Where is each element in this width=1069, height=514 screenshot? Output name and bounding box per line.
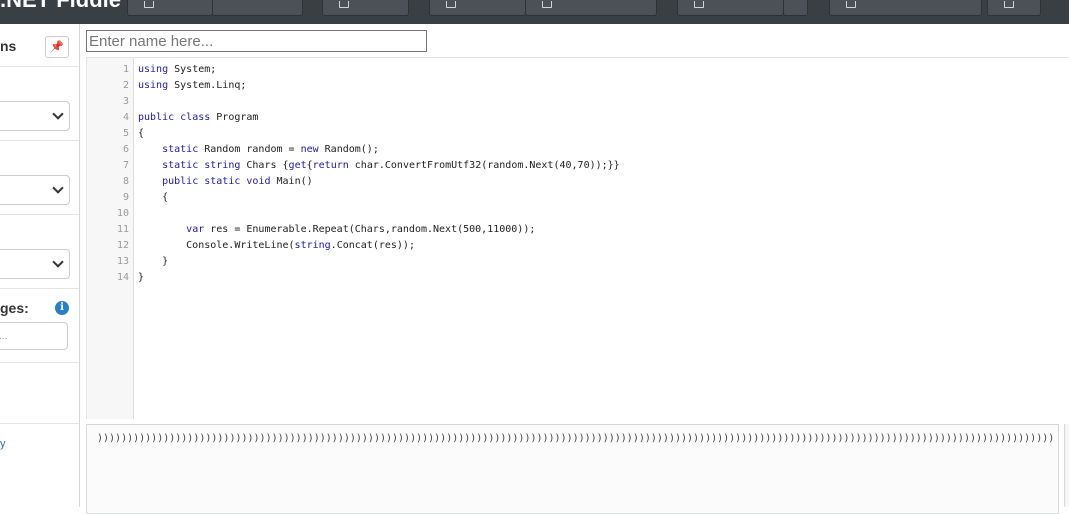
code-line: var res = Enumerable.Repeat(Chars,random… (186, 224, 536, 235)
getting-started-button[interactable] (829, 0, 982, 16)
code-line: } (138, 272, 145, 283)
share-icon (446, 1, 456, 8)
line-number-gutter: 1 2 3 4 5 6 7 8 9 10 11 12 13 14 (87, 58, 134, 419)
code-line: using System; (138, 64, 217, 75)
chevron-down-icon (52, 108, 64, 120)
chevron-down-icon (52, 182, 64, 194)
line-number: 11 (116, 224, 129, 235)
save-icon (339, 1, 349, 8)
fiddle-name-input[interactable] (86, 30, 427, 52)
output-panel: ))))))))))))))))))))))))))))))))))))))))… (86, 424, 1059, 514)
packages-search-input[interactable]: ... (0, 322, 68, 350)
line-number: 2 (122, 80, 129, 91)
run-icon (144, 1, 154, 8)
save-button[interactable] (322, 0, 409, 16)
collaborate-icon (542, 1, 552, 8)
search-icon (1004, 1, 1014, 8)
language-select[interactable] (0, 101, 70, 131)
options-sidebar: ns 📌 ges: i ... y (0, 24, 80, 507)
project-type-select[interactable] (0, 175, 70, 205)
line-number: 14 (116, 272, 129, 283)
collaborate-button[interactable] (525, 0, 657, 16)
run-button[interactable] (127, 0, 213, 16)
search-button[interactable] (987, 0, 1041, 16)
line-number: 12 (116, 240, 129, 251)
sidebar-divider (0, 423, 79, 424)
code-line: } (138, 256, 169, 267)
tidy-icon (694, 1, 704, 8)
line-number: 3 (122, 96, 129, 107)
code-line: public static void Main() (162, 176, 313, 187)
line-number: 1 (122, 64, 129, 75)
line-number: 4 (122, 112, 129, 123)
code-line: static string Chars {get{return char.Con… (162, 160, 620, 171)
output-scrollbar[interactable] (1064, 424, 1069, 507)
pin-icon: 📌 (50, 41, 64, 53)
tidy-button[interactable] (677, 0, 784, 16)
code-line: Console.WriteLine(string.Concat(res)); (138, 240, 415, 251)
compiler-select[interactable] (0, 249, 70, 279)
sidebar-title: ns (0, 38, 17, 54)
app-logo: .NET Fiddle (0, 0, 121, 11)
line-number: 9 (122, 192, 129, 203)
sidebar-divider (0, 288, 79, 289)
line-number: 7 (122, 160, 129, 171)
code-editor[interactable]: 1 2 3 4 5 6 7 8 9 10 11 12 13 14 using S… (86, 57, 1069, 419)
code-line: public class Program (138, 112, 259, 123)
line-number: 10 (116, 208, 129, 219)
line-number: 13 (116, 256, 129, 267)
pin-button[interactable]: 📌 (45, 36, 69, 58)
line-number: 6 (122, 144, 129, 155)
tidy-dropdown-button[interactable] (783, 0, 808, 16)
code-line: static Random random = new Random(); (162, 144, 379, 155)
sidebar-divider (0, 362, 79, 363)
chevron-down-icon (52, 256, 64, 268)
sidebar-link[interactable]: y (0, 438, 6, 450)
sidebar-divider (0, 140, 79, 141)
packages-label: ges: (0, 300, 29, 316)
code-line: { (138, 128, 145, 139)
sidebar-divider (0, 214, 79, 215)
book-icon (846, 1, 856, 8)
code-line: { (138, 192, 169, 203)
code-line: using System.Linq; (138, 80, 247, 91)
toolbar-dropdown-button[interactable] (212, 0, 303, 16)
top-toolbar: .NET Fiddle (0, 0, 1069, 24)
line-number: 5 (122, 128, 129, 139)
output-text: ))))))))))))))))))))))))))))))))))))))))… (97, 433, 1055, 444)
sidebar-divider (0, 66, 79, 67)
share-button[interactable] (429, 0, 526, 16)
info-icon[interactable]: i (55, 301, 69, 315)
line-number: 8 (122, 176, 129, 187)
